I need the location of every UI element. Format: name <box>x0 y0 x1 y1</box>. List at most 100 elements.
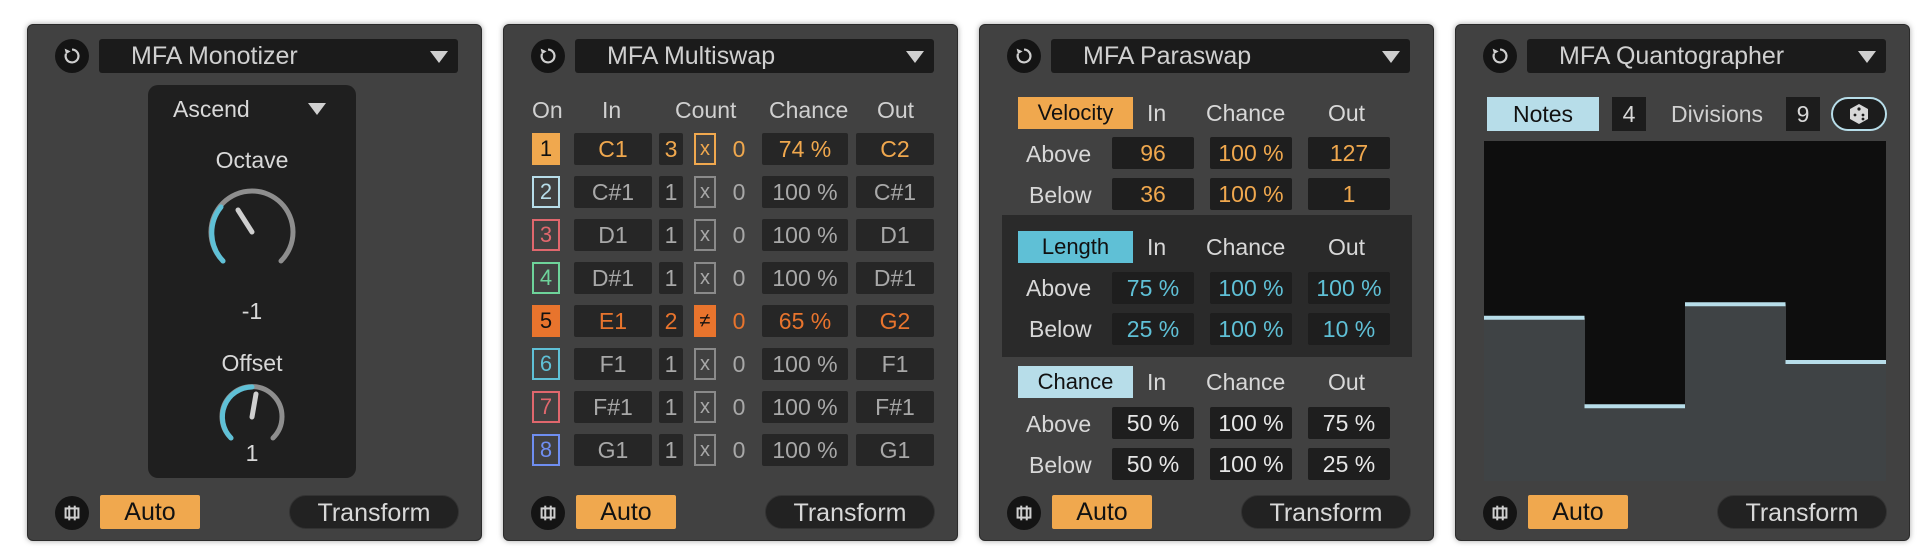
row-on-toggle[interactable]: 4 <box>532 262 560 294</box>
row-mode-toggle[interactable]: x <box>694 391 716 423</box>
transform-button[interactable]: Transform <box>1717 495 1887 529</box>
velocity-below-in[interactable]: 36 <box>1112 178 1194 210</box>
length-above-chance[interactable]: 100 % <box>1210 272 1292 304</box>
notes-tag[interactable]: Notes <box>1487 97 1599 131</box>
row-in[interactable]: D1 <box>574 219 652 251</box>
row-count[interactable]: 1 <box>659 219 683 251</box>
row-in[interactable]: F1 <box>574 348 652 380</box>
row-out[interactable]: G1 <box>856 434 934 466</box>
row-on-toggle[interactable]: 8 <box>532 434 560 466</box>
row-chance[interactable]: 100 % <box>762 219 848 251</box>
device-selector[interactable]: MFA Paraswap <box>1051 39 1410 73</box>
chance-below-chance[interactable]: 100 % <box>1210 448 1292 480</box>
row-out[interactable]: F#1 <box>856 391 934 423</box>
divisions-value[interactable]: 9 <box>1786 97 1820 131</box>
chance-above-out[interactable]: 75 % <box>1308 407 1390 439</box>
auto-button[interactable]: Auto <box>1528 495 1628 529</box>
row-chance[interactable]: 100 % <box>762 262 848 294</box>
loop-icon[interactable] <box>531 496 565 530</box>
row-out[interactable]: C2 <box>856 133 934 165</box>
row-count[interactable]: 1 <box>659 176 683 208</box>
dice-icon[interactable] <box>1831 97 1887 131</box>
row-chance[interactable]: 100 % <box>762 348 848 380</box>
transform-button[interactable]: Transform <box>1241 495 1411 529</box>
transform-button[interactable]: Transform <box>289 495 459 529</box>
length-below-in[interactable]: 25 % <box>1112 313 1194 345</box>
row-out[interactable]: F1 <box>856 348 934 380</box>
row-count[interactable]: 1 <box>659 262 683 294</box>
step-bar[interactable] <box>1685 304 1786 481</box>
row-in[interactable]: C#1 <box>574 176 652 208</box>
auto-button[interactable]: Auto <box>1052 495 1152 529</box>
length-above-in[interactable]: 75 % <box>1112 272 1194 304</box>
row-on-toggle[interactable]: 2 <box>532 176 560 208</box>
chance-above-chance[interactable]: 100 % <box>1210 407 1292 439</box>
length-tag[interactable]: Length <box>1018 231 1133 263</box>
velocity-below-out[interactable]: 1 <box>1308 178 1390 210</box>
row-out[interactable]: D1 <box>856 219 934 251</box>
row-mode-toggle[interactable]: x <box>694 348 716 380</box>
row-on-toggle[interactable]: 3 <box>532 219 560 251</box>
auto-button[interactable]: Auto <box>576 495 676 529</box>
notes-value[interactable]: 4 <box>1612 97 1646 131</box>
row-on-toggle[interactable]: 1 <box>532 133 560 165</box>
row-count[interactable]: 1 <box>659 348 683 380</box>
step-bar[interactable] <box>1584 406 1686 481</box>
chance-tag[interactable]: Chance <box>1018 366 1133 398</box>
refresh-icon[interactable] <box>1007 39 1041 73</box>
loop-icon[interactable] <box>1483 496 1517 530</box>
row-in[interactable]: E1 <box>574 305 652 337</box>
row-out[interactable]: D#1 <box>856 262 934 294</box>
length-below-out[interactable]: 10 % <box>1308 313 1390 345</box>
row-on-toggle[interactable]: 5 <box>532 305 560 337</box>
step-graph[interactable] <box>1484 141 1886 481</box>
length-below-chance[interactable]: 100 % <box>1210 313 1292 345</box>
step-bar[interactable] <box>1484 317 1585 481</box>
refresh-icon[interactable] <box>55 39 89 73</box>
row-count[interactable]: 2 <box>659 305 683 337</box>
row-chance[interactable]: 74 % <box>762 133 848 165</box>
row-in[interactable]: G1 <box>574 434 652 466</box>
velocity-above-chance[interactable]: 100 % <box>1210 137 1292 169</box>
row-mode-toggle[interactable]: ≠ <box>694 305 716 337</box>
device-selector[interactable]: MFA Quantographer <box>1527 39 1886 73</box>
auto-button[interactable]: Auto <box>100 495 200 529</box>
row-in[interactable]: F#1 <box>574 391 652 423</box>
mode-dropdown[interactable]: Ascend <box>168 93 336 125</box>
row-mode-toggle[interactable]: x <box>694 133 716 165</box>
velocity-above-out[interactable]: 127 <box>1308 137 1390 169</box>
refresh-icon[interactable] <box>1483 39 1517 73</box>
row-mode-toggle[interactable]: x <box>694 262 716 294</box>
row-out[interactable]: G2 <box>856 305 934 337</box>
length-above-out[interactable]: 100 % <box>1308 272 1390 304</box>
loop-icon[interactable] <box>55 496 89 530</box>
row-count[interactable]: 1 <box>659 391 683 423</box>
row-chance[interactable]: 65 % <box>762 305 848 337</box>
row-on-toggle[interactable]: 7 <box>532 391 560 423</box>
velocity-below-chance[interactable]: 100 % <box>1210 178 1292 210</box>
row-mode-toggle[interactable]: x <box>694 176 716 208</box>
velocity-above-in[interactable]: 96 <box>1112 137 1194 169</box>
chance-above-in[interactable]: 50 % <box>1112 407 1194 439</box>
row-out[interactable]: C#1 <box>856 176 934 208</box>
device-selector[interactable]: MFA Multiswap <box>575 39 934 73</box>
row-chance[interactable]: 100 % <box>762 391 848 423</box>
octave-knob[interactable] <box>197 177 307 287</box>
row-count[interactable]: 1 <box>659 434 683 466</box>
row-mode-toggle[interactable]: x <box>694 219 716 251</box>
row-mode-toggle[interactable]: x <box>694 434 716 466</box>
device-selector[interactable]: MFA Monotizer <box>99 39 458 73</box>
row-in[interactable]: D#1 <box>574 262 652 294</box>
velocity-tag[interactable]: Velocity <box>1018 97 1133 129</box>
row-on-toggle[interactable]: 6 <box>532 348 560 380</box>
row-chance[interactable]: 100 % <box>762 434 848 466</box>
row-in[interactable]: C1 <box>574 133 652 165</box>
row-count[interactable]: 3 <box>659 133 683 165</box>
transform-button[interactable]: Transform <box>765 495 935 529</box>
refresh-icon[interactable] <box>531 39 565 73</box>
row-chance[interactable]: 100 % <box>762 176 848 208</box>
step-bar[interactable] <box>1785 362 1887 481</box>
chance-below-in[interactable]: 50 % <box>1112 448 1194 480</box>
loop-icon[interactable] <box>1007 496 1041 530</box>
chance-below-out[interactable]: 25 % <box>1308 448 1390 480</box>
